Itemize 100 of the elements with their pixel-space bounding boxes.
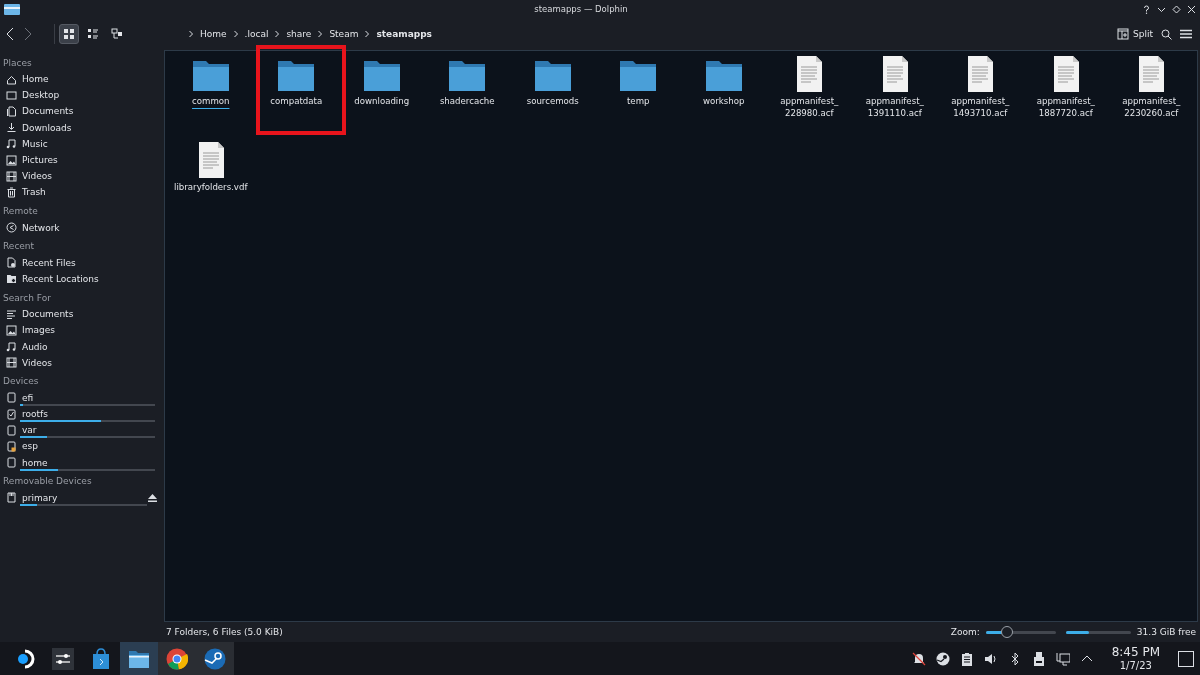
- status-summary: 7 Folders, 6 Files (5.0 KiB): [166, 627, 284, 637]
- window-title: steamapps — Dolphin: [533, 4, 629, 14]
- sidebar-item[interactable]: Audio: [22, 341, 48, 352]
- chevron-right-icon: [231, 30, 240, 38]
- help-icon[interactable]: [1142, 4, 1151, 14]
- chevron-right-icon: [316, 30, 325, 38]
- clock-time: 8:45 PM: [1111, 645, 1160, 659]
- steam-icon[interactable]: [935, 651, 950, 666]
- browser-icon: [166, 647, 188, 670]
- breadcrumb-item[interactable]: Home: [198, 29, 229, 39]
- sidebar-item[interactable]: Downloads: [22, 122, 72, 133]
- steam-icon: [204, 647, 226, 670]
- file-name[interactable]: appmanifest_2230260.acf: [1110, 95, 1193, 119]
- clipboard-icon[interactable]: [959, 651, 974, 666]
- breadcrumb-item[interactable]: .local: [242, 29, 271, 39]
- file-name[interactable]: downloading: [340, 95, 423, 107]
- drive-icon: [6, 440, 17, 452]
- chevron-right-icon: [187, 30, 195, 38]
- sidebar-item[interactable]: Desktop: [22, 90, 60, 101]
- section-heading: Search For: [3, 291, 52, 305]
- taskbar-app[interactable]: [196, 642, 234, 675]
- maximize-icon[interactable]: [1172, 4, 1181, 14]
- monitor-icon: [6, 89, 17, 101]
- folder-icon: [4, 3, 20, 15]
- file-name[interactable]: sourcemods: [511, 95, 594, 107]
- zoom-label: Zoom:: [950, 627, 980, 637]
- text-lines-icon: [6, 308, 17, 320]
- slider-handle[interactable]: [1000, 625, 1013, 638]
- sidebar-item[interactable]: Network: [22, 222, 60, 233]
- split-button[interactable]: Split: [1117, 28, 1153, 40]
- search-icon[interactable]: [1161, 28, 1172, 40]
- close-icon[interactable]: [1187, 4, 1196, 14]
- menu-icon[interactable]: [1180, 29, 1192, 39]
- recent-folder-icon: [6, 273, 17, 285]
- chevron-right-icon: [273, 30, 282, 38]
- file-name[interactable]: compatdata: [255, 95, 338, 107]
- sliders-icon: [52, 647, 74, 670]
- sidebar-item[interactable]: Documents: [22, 309, 74, 320]
- sidebar-item[interactable]: home: [22, 457, 48, 468]
- section-heading: Devices: [3, 375, 40, 389]
- drive-icon: [6, 408, 17, 420]
- clock-date: 1/7/23: [1119, 658, 1152, 672]
- file-name[interactable]: temp: [597, 95, 680, 107]
- taskbar-app[interactable]: [158, 642, 196, 675]
- trash-icon: [6, 186, 17, 198]
- file-name[interactable]: common: [169, 95, 252, 107]
- memory-card-icon: [6, 492, 17, 504]
- sidebar-item[interactable]: Images: [22, 325, 55, 336]
- file-name[interactable]: workshop: [682, 95, 765, 107]
- speaker-icon[interactable]: [983, 651, 998, 666]
- breadcrumb-item[interactable]: Steam: [327, 29, 361, 39]
- file-name[interactable]: appmanifest_1391110.acf: [853, 95, 936, 119]
- breadcrumb-item[interactable]: steamapps: [374, 29, 434, 39]
- picture-icon: [6, 324, 17, 336]
- section-heading: Places: [3, 56, 33, 70]
- icons-view-icon: [63, 28, 75, 40]
- drive-icon: [6, 457, 17, 469]
- view-mode-button[interactable]: [59, 24, 79, 44]
- sidebar-item[interactable]: Recent Files: [22, 257, 76, 268]
- documents-icon: [6, 105, 17, 117]
- sidebar-item[interactable]: efi: [22, 392, 34, 403]
- network-icon: [6, 222, 17, 234]
- muted-bell-icon[interactable]: [911, 651, 926, 666]
- sidebar-item[interactable]: Videos: [22, 171, 52, 182]
- chevron-right-icon: [363, 30, 372, 38]
- sidebar-item[interactable]: rootfs: [22, 409, 48, 420]
- compact-view-icon: [87, 28, 99, 40]
- file-name[interactable]: shadercache: [426, 95, 509, 107]
- file-name[interactable]: appmanifest_1887720.acf: [1024, 95, 1107, 119]
- house-icon: [6, 73, 17, 85]
- free-space-text: 31.3 GiB free: [1136, 627, 1196, 637]
- file-name[interactable]: appmanifest_1493710.acf: [939, 95, 1022, 119]
- breadcrumb-item[interactable]: share: [284, 29, 314, 39]
- eject-icon[interactable]: [148, 493, 157, 502]
- sidebar-item[interactable]: Videos: [22, 357, 52, 368]
- sidebar-item[interactable]: Home: [22, 74, 49, 85]
- taskbar-app[interactable]: [120, 642, 158, 675]
- sidebar-item[interactable]: Documents: [22, 106, 74, 117]
- file-name[interactable]: libraryfolders.vdf: [169, 181, 252, 193]
- sidebar-item[interactable]: primary: [22, 492, 58, 503]
- sidebar-item[interactable]: esp: [22, 441, 38, 452]
- show-desktop-icon[interactable]: [1178, 650, 1194, 667]
- sidebar-item[interactable]: Trash: [22, 187, 46, 198]
- download-icon: [6, 122, 17, 134]
- section-heading: Remote: [3, 205, 39, 218]
- sidebar-item[interactable]: Recent Locations: [22, 273, 99, 284]
- film-icon: [6, 170, 17, 182]
- music-note-icon: [6, 138, 17, 150]
- details-view-icon: [111, 28, 123, 40]
- section-heading: Removable Devices: [3, 475, 93, 489]
- file-name[interactable]: appmanifest_228980.acf: [768, 95, 851, 119]
- section-heading: Recent: [3, 240, 36, 254]
- sidebar-item[interactable]: var: [22, 425, 37, 436]
- film-icon: [6, 357, 17, 369]
- sidebar-item[interactable]: Music: [22, 138, 48, 149]
- music-note-icon: [6, 341, 17, 353]
- sidebar-item[interactable]: Pictures: [22, 155, 58, 166]
- usb-drive-icon[interactable]: [1031, 651, 1046, 666]
- wired-network-icon[interactable]: [1055, 651, 1070, 666]
- picture-icon: [6, 154, 17, 166]
